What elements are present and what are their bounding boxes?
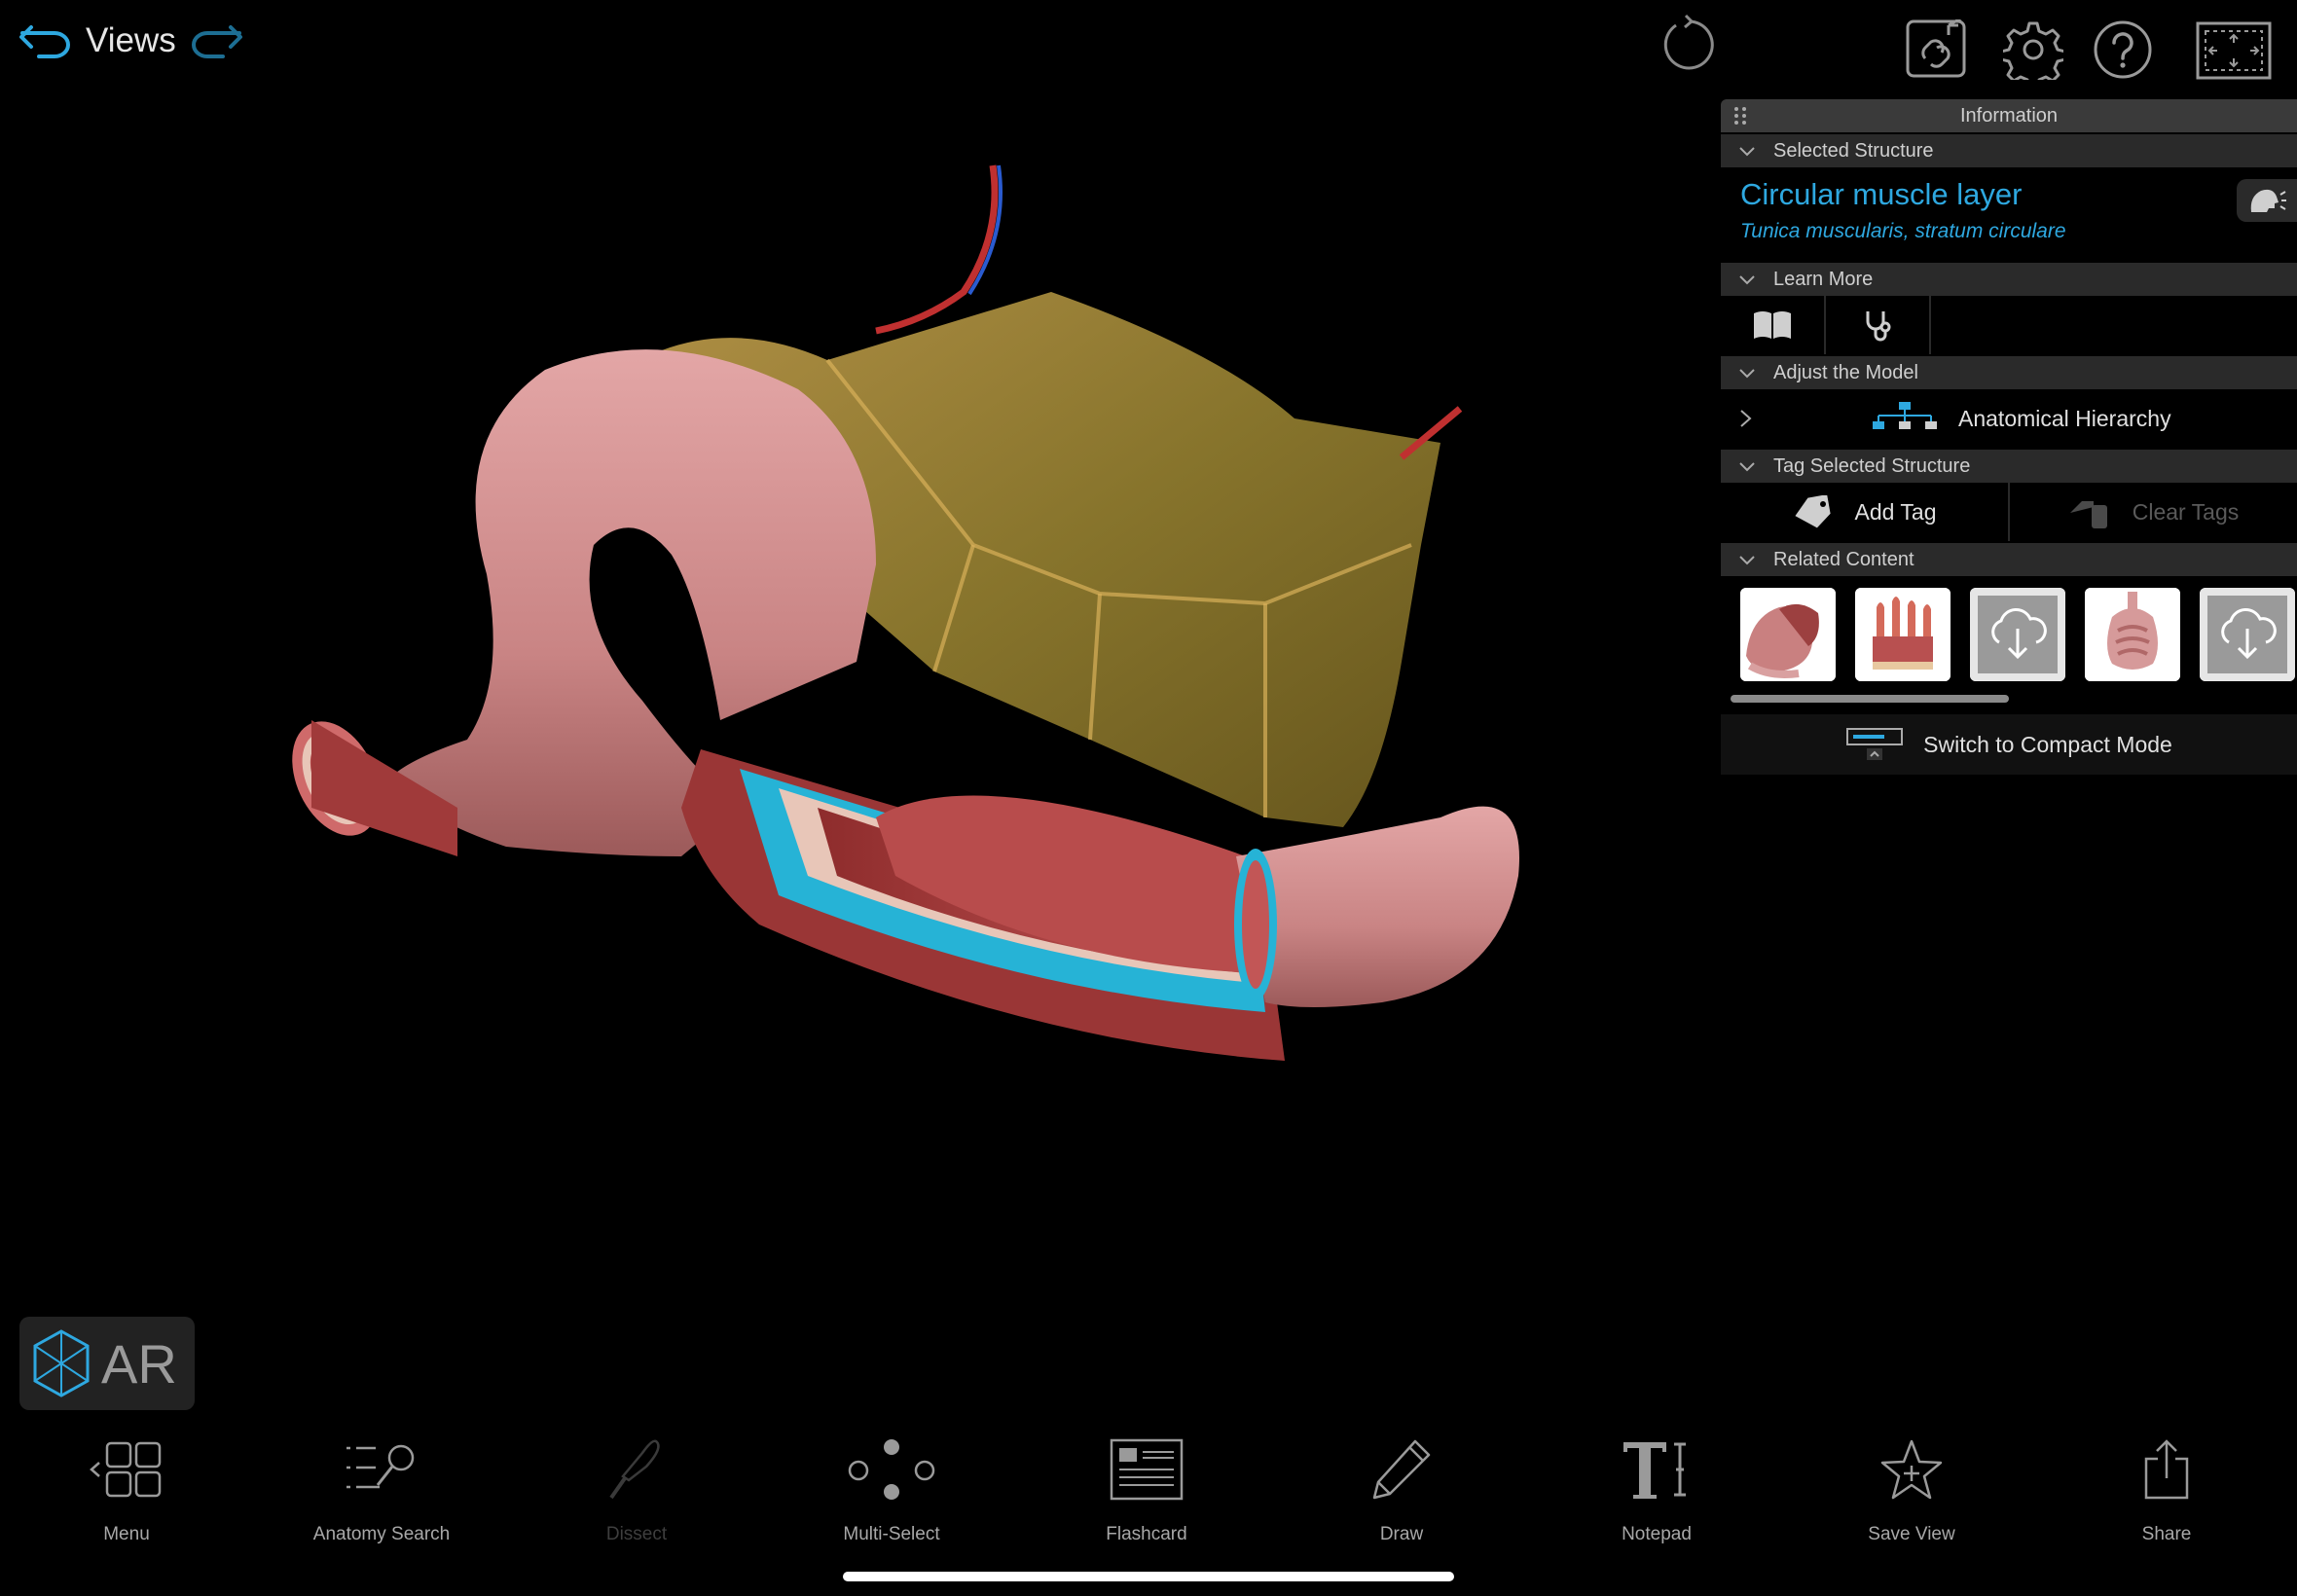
clear-tags-label: Clear Tags [2132,498,2240,525]
digestive-system-thumbnail[interactable] [2085,588,2180,681]
intestine-model-illustration[interactable] [0,78,1713,1324]
tool-label: Draw [1379,1524,1424,1544]
clear-tags-spray-icon [2069,501,2107,528]
download-thumbnail[interactable] [2200,588,2295,681]
section-label: Selected Structure [1773,139,1934,162]
panel-title: Information [1959,104,2059,127]
tool-flashcard[interactable]: Flashcard [1049,1431,1244,1545]
learn-more-row [1721,296,2297,354]
information-panel: Information Selected Structure Circular … [1721,99,2297,775]
reset-rotate-icon[interactable] [1657,14,1719,78]
bottom-toolbar: Menu Anatomy Search Dissect Multi-Select… [0,1431,2297,1557]
section-label: Related Content [1773,548,1914,570]
tool-label: Save View [1868,1524,1955,1544]
section-adjust-model[interactable]: Adjust the Model [1721,354,2297,389]
chevron-right-icon [1740,410,1752,427]
switch-compact-mode-button[interactable]: Switch to Compact Mode [1721,714,2297,775]
tool-label: Share [2141,1524,2192,1544]
tag-icon [1794,495,1831,528]
help-icon[interactable] [2093,19,2153,80]
related-content-carousel[interactable] [1721,576,2297,693]
tool-save-view[interactable]: Save View [1814,1431,2009,1545]
add-tag-button[interactable]: Add Tag [1721,483,2008,541]
section-learn-more[interactable]: Learn More [1721,261,2297,296]
chevron-down-icon [1739,556,1755,565]
undo-arrow-icon[interactable] [18,21,72,60]
book-icon [1754,311,1791,339]
stomach-thumbnail[interactable] [1740,588,1836,681]
compact-mode-label: Switch to Compact Mode [1923,731,2172,757]
section-label: Adjust the Model [1773,361,1918,383]
clinical-button[interactable] [1826,296,1931,354]
hierarchy-tree-icon [1873,402,1937,429]
tool-label: Dissect [605,1524,668,1544]
link-icon[interactable] [1906,19,1968,78]
tool-label: Flashcard [1106,1524,1187,1544]
anatomy-3d-viewport[interactable] [0,78,1713,1324]
tool-label: Multi-Select [843,1524,940,1544]
home-indicator[interactable] [843,1572,1454,1581]
selected-structure-box: Circular muscle layer Tunica muscularis,… [1721,167,2297,261]
scrollbar-thumb[interactable] [1731,695,2009,703]
tool-draw[interactable]: Draw [1304,1431,1499,1545]
section-selected-structure[interactable]: Selected Structure [1721,132,2297,167]
redo-arrow-icon[interactable] [190,21,244,60]
notepad-text-icon [1623,1442,1686,1499]
chevron-down-icon [1739,275,1755,285]
chevron-down-icon [1739,147,1755,157]
tag-actions-row: Add Tag Clear Tags [1721,483,2297,541]
chevron-down-icon [1739,462,1755,472]
multi-select-icon [848,1439,935,1500]
compact-mode-icon [1846,728,1904,760]
anatomical-hierarchy-row[interactable]: Anatomical Hierarchy [1721,389,2297,448]
views-nav: Views [18,21,244,60]
chevron-down-icon [1739,369,1755,379]
section-label: Tag Selected Structure [1773,454,1971,477]
share-icon [2144,1439,2189,1500]
ar-button[interactable]: AR [19,1317,195,1410]
stethoscope-icon [1866,311,1891,342]
speaking-head-icon [2250,189,2286,212]
save-view-star-icon [1880,1439,1943,1500]
pronunciation-button[interactable] [2237,179,2297,222]
panel-drag-handle[interactable]: Information [1721,99,2297,132]
section-tag-structure[interactable]: Tag Selected Structure [1721,448,2297,483]
tool-menu[interactable]: Menu [29,1431,224,1545]
scalpel-icon [609,1439,660,1500]
tool-anatomy-search[interactable]: Anatomy Search [284,1431,479,1545]
fullscreen-icon[interactable] [2196,21,2272,80]
structure-name: Circular muscle layer [1740,177,2023,211]
tool-label: Menu [103,1524,150,1544]
tool-notepad[interactable]: Notepad [1559,1431,1754,1545]
add-tag-label: Add Tag [1854,498,1937,525]
book-button[interactable] [1721,296,1826,354]
tool-multi-select[interactable]: Multi-Select [794,1431,989,1545]
flashcard-icon [1110,1438,1184,1501]
tool-label: Anatomy Search [312,1524,451,1544]
clear-tags-button[interactable]: Clear Tags [2008,483,2297,541]
anatomy-search-icon [346,1444,415,1489]
ar-label: AR [101,1332,177,1395]
tool-share[interactable]: Share [2069,1431,2264,1545]
intestinal-wall-thumbnail[interactable] [1855,588,1951,681]
anatomical-hierarchy-label: Anatomical Hierarchy [1958,405,2171,431]
views-label[interactable]: Views [86,21,176,60]
tool-label: Notepad [1622,1524,1692,1544]
pencil-icon [1372,1439,1431,1500]
ar-cube-icon [33,1329,90,1397]
section-related-content[interactable]: Related Content [1721,541,2297,576]
download-thumbnail[interactable] [1970,588,2065,681]
drag-grip-icon[interactable] [1734,107,1748,125]
settings-gear-icon[interactable] [2003,19,2063,80]
menu-grid-icon [90,1441,162,1498]
section-label: Learn More [1773,268,1874,290]
related-content-scrollbar[interactable] [1721,693,2297,707]
structure-latin-name: Tunica muscularis, stratum circulare [1740,220,2066,242]
tool-dissect[interactable]: Dissect [539,1431,734,1545]
